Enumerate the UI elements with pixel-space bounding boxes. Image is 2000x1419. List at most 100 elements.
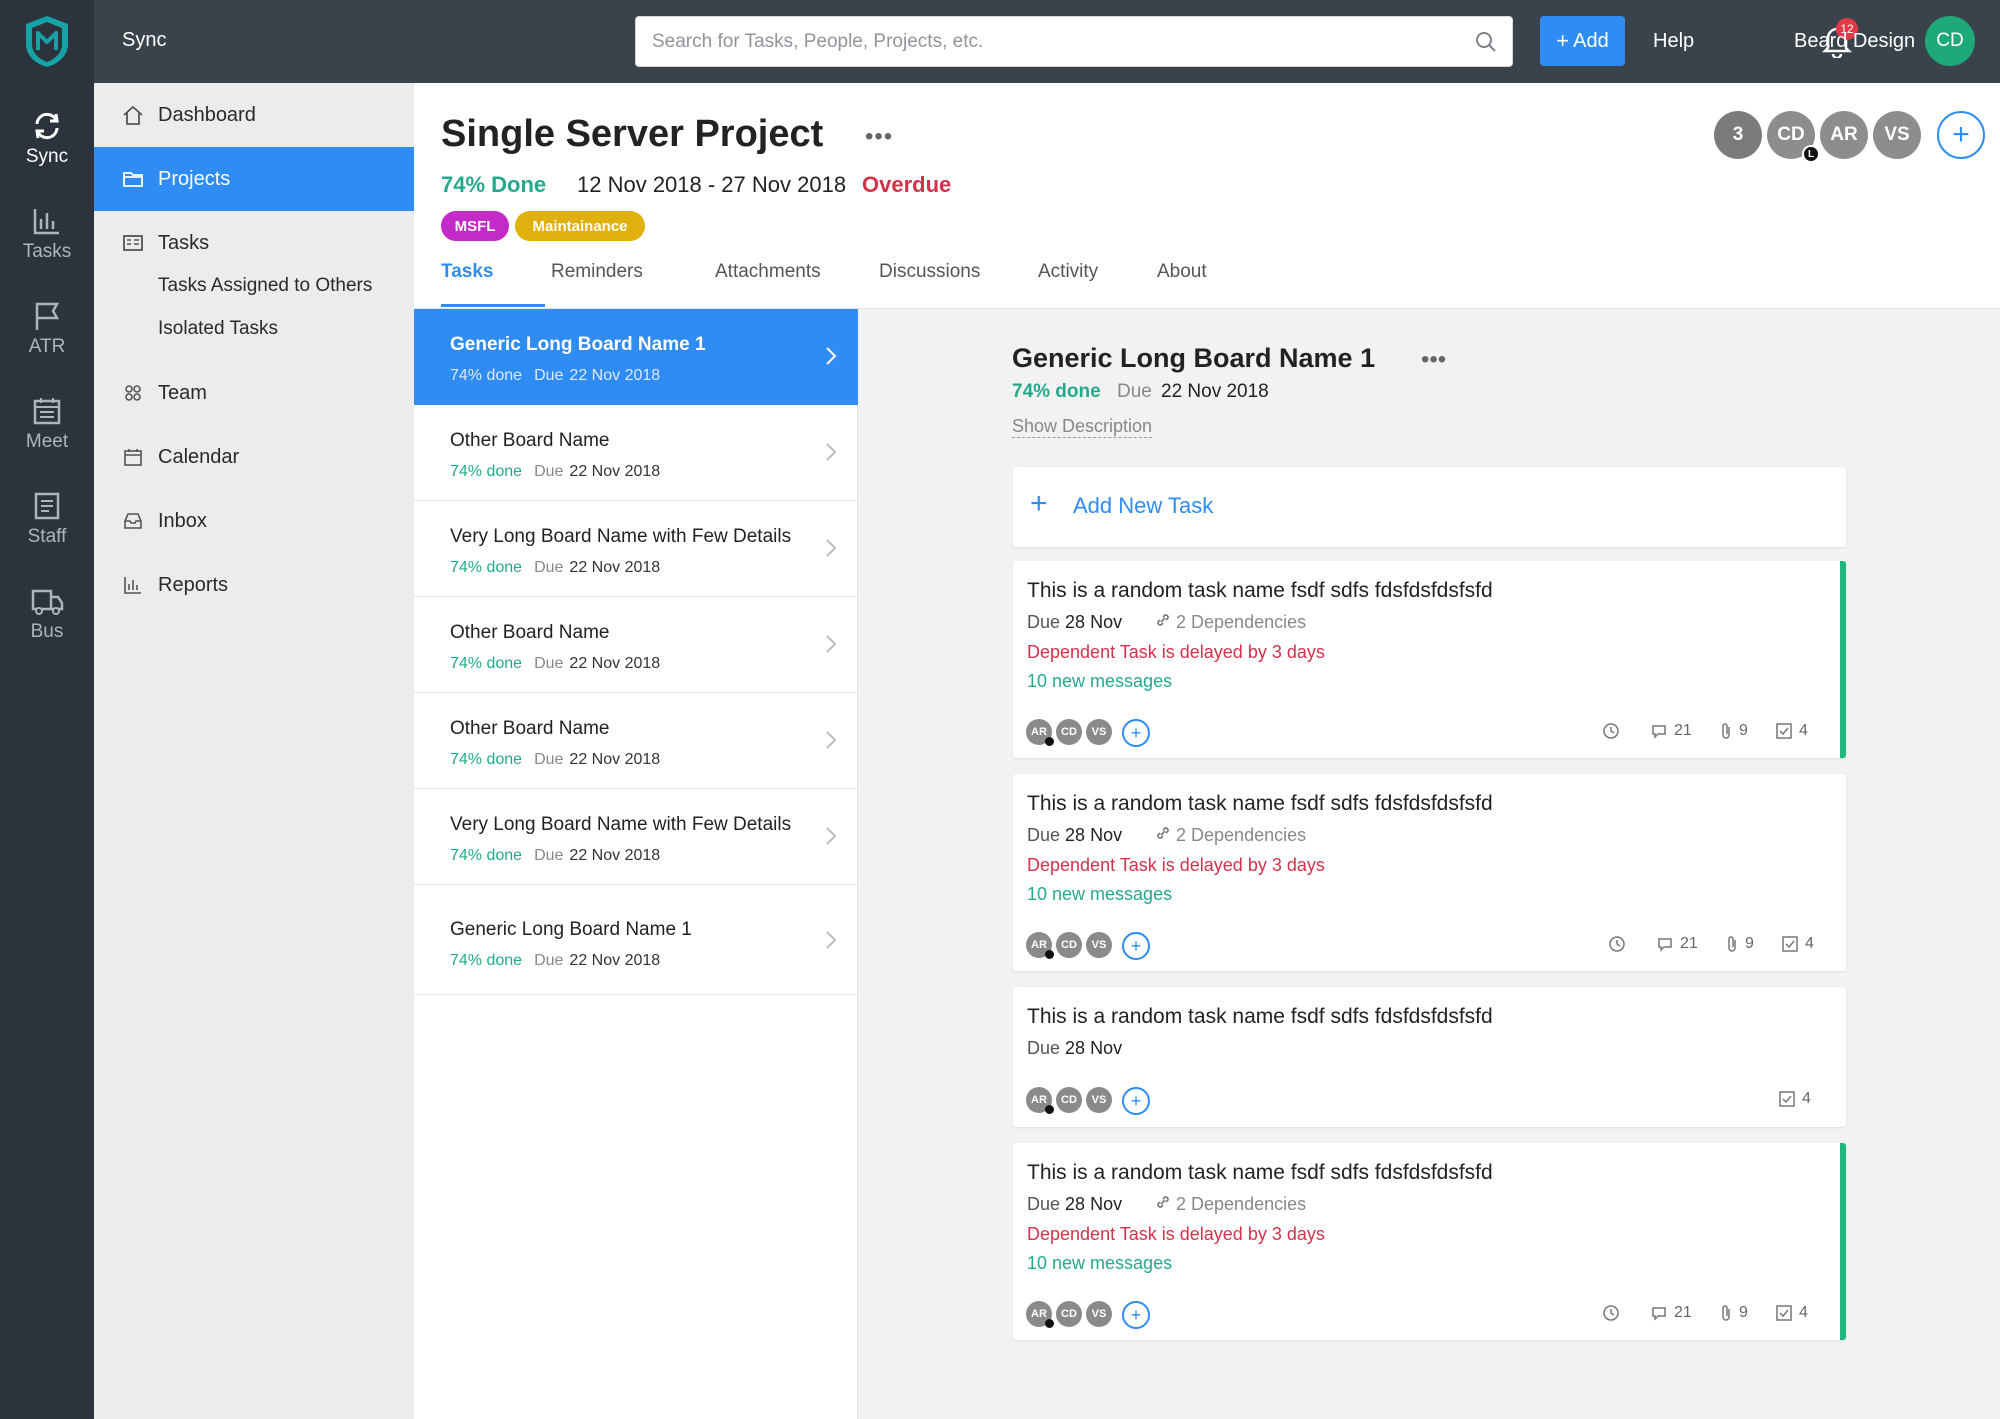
- add-assignee-button[interactable]: +: [1122, 719, 1150, 747]
- task-dependencies[interactable]: 2 Dependencies: [1155, 1194, 1306, 1215]
- board-item[interactable]: Other Board Name 74% done Due 22 Nov 2018: [414, 597, 858, 693]
- board-name: Very Long Board Name with Few Details: [450, 814, 792, 835]
- add-assignee-button[interactable]: +: [1122, 1087, 1150, 1115]
- tab-about[interactable]: About: [1157, 261, 1207, 283]
- more-options-icon[interactable]: •••: [1421, 346, 1446, 374]
- attachments-count[interactable]: 9: [1719, 722, 1748, 740]
- clock-icon[interactable]: [1608, 935, 1626, 953]
- clock-icon[interactable]: [1602, 1304, 1620, 1322]
- add-assignee-button[interactable]: +: [1122, 1301, 1150, 1329]
- tag-badge[interactable]: Maintainance: [515, 211, 645, 241]
- board-item[interactable]: Generic Long Board Name 1 74% done Due 22 …: [414, 309, 858, 405]
- clock-icon[interactable]: [1602, 722, 1620, 740]
- checklist-count[interactable]: 4: [1778, 1090, 1811, 1108]
- member-avatar[interactable]: VS: [1873, 111, 1921, 159]
- sidebar-item-reports[interactable]: Reports: [94, 553, 414, 617]
- assignee-avatar[interactable]: CD: [1056, 1301, 1082, 1327]
- comments-value: 21: [1680, 935, 1698, 952]
- sidebar-item-dashboard[interactable]: Dashboard: [94, 83, 414, 147]
- assignee-avatar[interactable]: VS: [1086, 932, 1112, 958]
- tag-badge[interactable]: MSFL: [441, 211, 509, 241]
- rail-label: Tasks: [22, 241, 72, 262]
- task-card[interactable]: This is a random task name fsdf sdfs fds…: [1013, 987, 1846, 1127]
- help-link[interactable]: Help: [1653, 30, 1694, 53]
- board-item[interactable]: Very Long Board Name with Few Details 74…: [414, 501, 858, 597]
- sidebar-item-label: Dashboard: [158, 103, 256, 126]
- checklist-count[interactable]: 4: [1775, 722, 1808, 740]
- sidebar-item-isolated-tasks[interactable]: Isolated Tasks: [158, 318, 278, 340]
- task-card[interactable]: This is a random task name fsdf sdfs fds…: [1013, 774, 1846, 971]
- task-due: Due 28 Nov: [1027, 825, 1122, 846]
- rail-item-atr[interactable]: ATR: [0, 300, 94, 386]
- task-dependencies[interactable]: 2 Dependencies: [1155, 825, 1306, 846]
- add-assignee-button[interactable]: +: [1122, 932, 1150, 960]
- attachments-value: 9: [1739, 722, 1748, 739]
- board-meta: 74% done Due 22 Nov 2018: [450, 952, 660, 970]
- bar-chart-icon: [33, 209, 59, 235]
- assignee-avatar[interactable]: VS: [1086, 1087, 1112, 1113]
- tab-discussions[interactable]: Discussions: [879, 261, 980, 283]
- sidebar-item-tasks-assigned[interactable]: Tasks Assigned to Others: [158, 275, 372, 297]
- board-item[interactable]: Other Board Name 74% done Due 22 Nov 2018: [414, 405, 858, 501]
- assignee-avatar[interactable]: CD: [1056, 1087, 1082, 1113]
- rail-item-tasks[interactable]: Tasks: [0, 205, 94, 291]
- user-name[interactable]: Beard Design: [1794, 30, 1915, 53]
- task-new-messages[interactable]: 10 new messages: [1027, 671, 1172, 692]
- search-icon[interactable]: [1474, 30, 1498, 54]
- sidebar-item-calendar[interactable]: Calendar: [94, 425, 414, 489]
- comments-count[interactable]: 21: [1650, 1304, 1692, 1322]
- assignee-avatar[interactable]: CD: [1056, 719, 1082, 745]
- tab-tasks[interactable]: Tasks: [441, 261, 493, 283]
- task-dependencies[interactable]: 2 Dependencies: [1155, 612, 1306, 633]
- sidebar-item-inbox[interactable]: Inbox: [94, 489, 414, 553]
- tab-attachments[interactable]: Attachments: [715, 261, 821, 283]
- comments-count[interactable]: 21: [1650, 722, 1692, 740]
- assignee-avatar[interactable]: VS: [1086, 719, 1112, 745]
- sidebar-item-tasks[interactable]: Tasks: [94, 211, 414, 275]
- member-avatar[interactable]: AR: [1820, 111, 1868, 159]
- rail-item-meet[interactable]: Meet: [0, 395, 94, 481]
- user-avatar[interactable]: CD: [1925, 16, 1975, 66]
- search-input[interactable]: [652, 27, 1452, 57]
- task-due: Due 28 Nov: [1027, 1194, 1122, 1215]
- assignee-avatar[interactable]: VS: [1086, 1301, 1112, 1327]
- member-avatar[interactable]: CD L: [1767, 111, 1820, 163]
- board-item[interactable]: Generic Long Board Name 1 74% done Due 22 …: [414, 885, 858, 995]
- attachments-count[interactable]: 9: [1725, 935, 1754, 953]
- search-box[interactable]: [635, 16, 1513, 67]
- board-progress: 74% done: [450, 655, 523, 672]
- more-options-icon[interactable]: •••: [865, 123, 893, 151]
- show-description-link[interactable]: Show Description: [1012, 416, 1153, 438]
- assignee-avatar[interactable]: CD: [1056, 932, 1082, 958]
- app-logo-icon[interactable]: [22, 14, 72, 68]
- members-count-avatar[interactable]: 3: [1714, 111, 1762, 159]
- checklist-count[interactable]: 4: [1775, 1304, 1808, 1322]
- task-new-messages[interactable]: 10 new messages: [1027, 1253, 1172, 1274]
- sidebar-item-projects[interactable]: Projects: [94, 147, 414, 211]
- checklist-count[interactable]: 4: [1781, 935, 1814, 953]
- checklist-value: 4: [1799, 722, 1808, 739]
- rail-item-sync[interactable]: Sync: [0, 110, 94, 196]
- rail-item-staff[interactable]: Staff: [0, 490, 94, 576]
- tab-reminders[interactable]: Reminders: [551, 261, 643, 283]
- chevron-right-icon: [826, 635, 837, 653]
- rail-item-bus[interactable]: Bus: [0, 585, 94, 671]
- task-card[interactable]: This is a random task name fsdf sdfs fds…: [1013, 561, 1846, 758]
- board-name: Very Long Board Name with Few Details: [450, 526, 792, 547]
- chevron-right-icon: [826, 347, 837, 365]
- rail-label: Sync: [25, 146, 69, 167]
- add-button[interactable]: + Add: [1540, 16, 1625, 66]
- task-card[interactable]: This is a random task name fsdf sdfs fds…: [1013, 1143, 1846, 1340]
- task-new-messages[interactable]: 10 new messages: [1027, 884, 1172, 905]
- board-item[interactable]: Other Board Name 74% done Due 22 Nov 2018: [414, 693, 858, 789]
- sidebar-item-label: Reports: [158, 573, 229, 596]
- add-member-button[interactable]: +: [1937, 111, 1985, 159]
- comments-count[interactable]: 21: [1656, 935, 1698, 953]
- sidebar-item-team[interactable]: Team: [94, 361, 414, 425]
- attachments-count[interactable]: 9: [1719, 1304, 1748, 1322]
- tab-activity[interactable]: Activity: [1038, 261, 1098, 283]
- board-item[interactable]: Very Long Board Name with Few Details 74…: [414, 789, 858, 885]
- add-new-task-button[interactable]: + Add New Task: [1013, 467, 1846, 547]
- chevron-right-icon: [826, 731, 837, 749]
- rail-label: Staff: [27, 526, 67, 547]
